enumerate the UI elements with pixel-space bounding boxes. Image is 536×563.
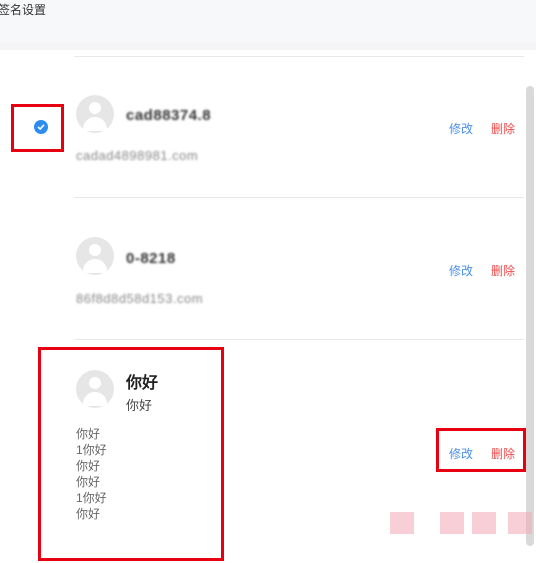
watermark-block [440,512,464,534]
divider [74,339,524,340]
signature-name: 0-8218 [126,250,176,267]
signature-name: cad88374.8 [126,107,212,124]
signature-highlight-box [38,347,224,561]
edit-button[interactable]: 修改 [449,262,473,279]
header-bar: 签名设置 [0,0,536,42]
top-gap [0,42,536,50]
divider [74,56,524,57]
signature-email: cadad4898981.com [76,148,199,163]
delete-button[interactable]: 删除 [491,262,515,279]
watermark-block [508,512,532,534]
selected-highlight-box [11,104,64,152]
signature-email: 86f8d8d58d153.com [76,291,204,306]
page-title: 签名设置 [0,3,47,17]
divider [74,197,524,198]
scrollbar[interactable] [526,86,534,546]
avatar [76,95,114,133]
avatar [76,237,114,275]
edit-button[interactable]: 修改 [449,120,473,137]
watermark-block [390,512,414,534]
actions-highlight-box [436,428,526,472]
watermark-block [472,512,496,534]
delete-button[interactable]: 删除 [491,120,515,137]
